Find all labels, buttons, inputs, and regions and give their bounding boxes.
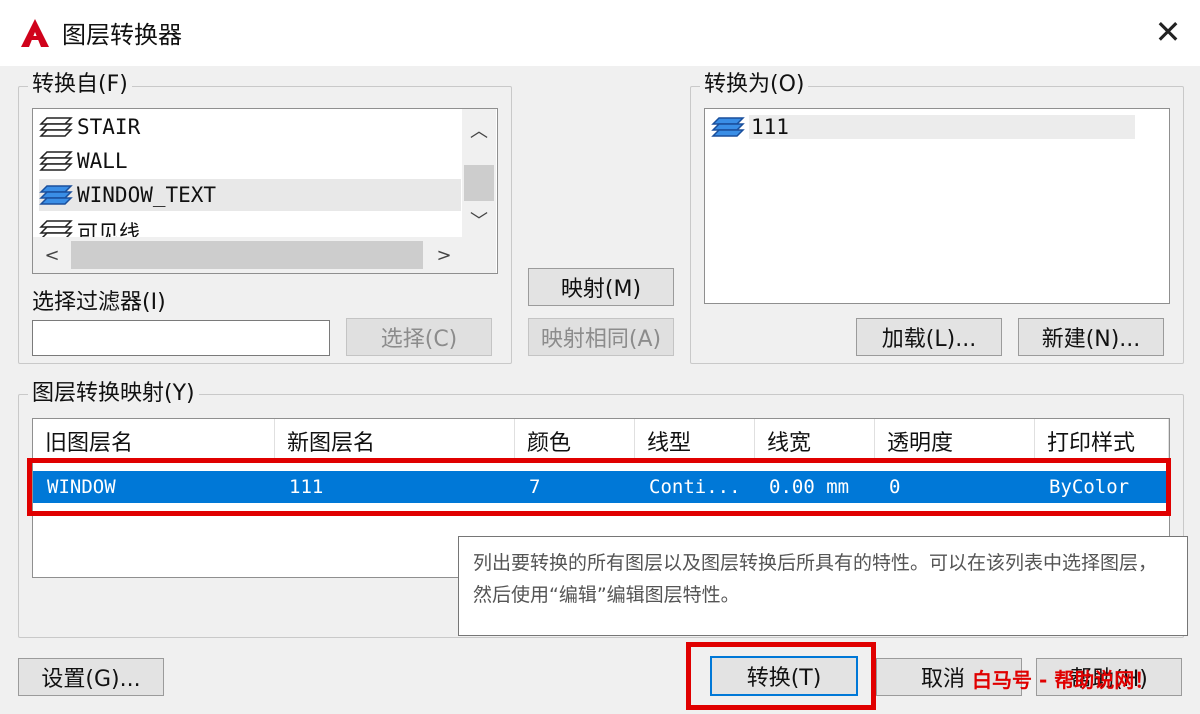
list-item[interactable]: WALL bbox=[39, 145, 461, 177]
layer-name: 可见线 bbox=[77, 221, 140, 237]
layer-name: STAIR bbox=[77, 115, 141, 139]
autocad-logo-icon bbox=[21, 19, 49, 47]
layer-name: WINDOW_TEXT bbox=[77, 183, 217, 207]
filter-label: 选择过滤器(I) bbox=[32, 290, 166, 315]
list-item[interactable]: STAIR bbox=[39, 111, 461, 143]
layer-stack-icon bbox=[39, 117, 73, 137]
table-header: 旧图层名 新图层名 颜色 线型 线宽 透明度 打印样式 bbox=[33, 419, 1169, 459]
layer-stack-blue-icon bbox=[711, 117, 745, 137]
column-header[interactable]: 线型 bbox=[635, 419, 755, 459]
column-header[interactable]: 旧图层名 bbox=[33, 419, 275, 459]
window-title: 图层转换器 bbox=[62, 21, 182, 49]
map-same-button[interactable]: 映射相同(A) bbox=[528, 318, 674, 356]
mappings-legend: 图层转换映射(Y) bbox=[28, 381, 199, 407]
vertical-scrollbar[interactable]: ︿ ﹀ bbox=[462, 109, 496, 237]
highlight-box-row bbox=[27, 458, 1171, 516]
scroll-down-icon[interactable]: ﹀ bbox=[462, 203, 496, 237]
convert-button[interactable]: 转换(T) bbox=[710, 656, 858, 696]
layer-stack-icon bbox=[39, 151, 73, 171]
horizontal-scrollbar[interactable]: < > bbox=[33, 237, 462, 273]
column-header[interactable]: 颜色 bbox=[515, 419, 635, 459]
scroll-thumb[interactable] bbox=[464, 165, 494, 201]
convert-from-legend: 转换自(F) bbox=[28, 72, 132, 98]
column-header[interactable]: 打印样式 bbox=[1035, 419, 1169, 459]
scroll-left-icon[interactable]: < bbox=[37, 237, 67, 273]
layer-stack-icon bbox=[39, 220, 73, 237]
new-button[interactable]: 新建(N)... bbox=[1018, 318, 1164, 356]
scroll-right-icon[interactable]: > bbox=[429, 237, 459, 273]
close-icon[interactable]: ✕ bbox=[1148, 12, 1188, 52]
map-button[interactable]: 映射(M) bbox=[528, 268, 674, 306]
settings-button[interactable]: 设置(G)... bbox=[18, 658, 164, 696]
load-button[interactable]: 加载(L)... bbox=[856, 318, 1002, 356]
list-item[interactable]: 可见线 bbox=[39, 213, 461, 237]
scroll-thumb-horizontal[interactable] bbox=[71, 241, 423, 269]
column-header[interactable]: 新图层名 bbox=[275, 419, 515, 459]
layer-stack-blue-icon bbox=[39, 185, 73, 205]
convert-from-list[interactable]: STAIR WALL WINDOW_TEXT 可见线 ︿ ﹀ < > bbox=[32, 108, 498, 274]
list-item[interactable]: 111 bbox=[711, 111, 1135, 143]
column-header[interactable]: 透明度 bbox=[875, 419, 1035, 459]
column-header[interactable]: 线宽 bbox=[755, 419, 875, 459]
select-button[interactable]: 选择(C) bbox=[346, 318, 492, 356]
convert-to-list[interactable]: 111 bbox=[704, 108, 1170, 304]
layer-name: WALL bbox=[77, 149, 128, 173]
layer-name: 111 bbox=[749, 115, 1135, 139]
convert-to-legend: 转换为(O) bbox=[700, 72, 809, 98]
selection-filter-input[interactable] bbox=[32, 320, 330, 356]
scroll-corner bbox=[462, 237, 496, 273]
watermark-text: 白马号 - 帮助说网！ bbox=[972, 668, 1155, 692]
tooltip: 列出要转换的所有图层以及图层转换后所具有的特性。可以在该列表中选择图层，然后使用… bbox=[458, 536, 1188, 636]
list-item-selected[interactable]: WINDOW_TEXT bbox=[39, 179, 461, 211]
scroll-up-icon[interactable]: ︿ bbox=[462, 113, 496, 147]
